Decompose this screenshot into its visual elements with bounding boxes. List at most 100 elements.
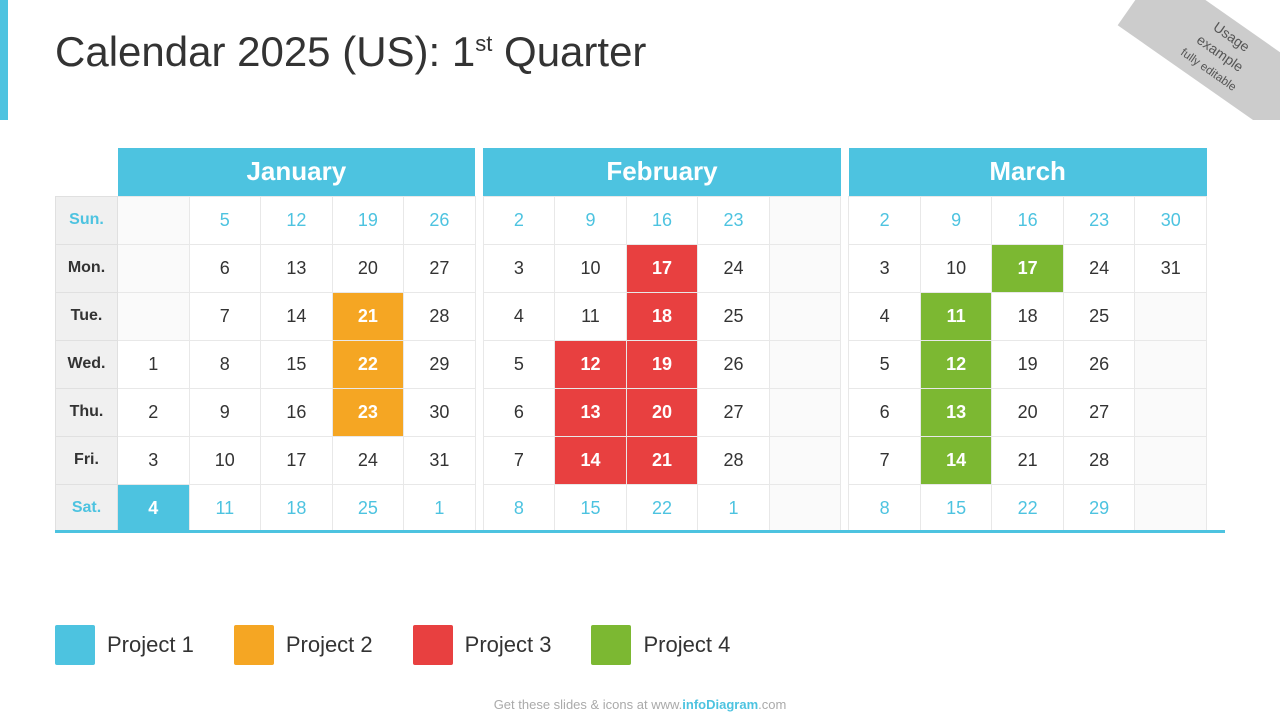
jan-sun-0 [118,196,190,244]
mar-tue-1: 4 [849,292,921,340]
wednesday-label: Wed. [56,340,118,388]
feb-mon-2: 10 [555,244,627,292]
sunday-row: Sun. 5 12 19 26 2 9 16 23 2 9 16 23 [56,196,1225,244]
jan-sun-3: 19 [332,196,404,244]
wednesday-row: Wed. 1 8 15 22 29 5 12 19 26 5 12 19 26 [56,340,1225,388]
friday-row: Fri. 3 10 17 24 31 7 14 21 28 7 14 21 28 [56,436,1225,484]
feb-fri-3: 21 [626,436,698,484]
mar-mon-5: 31 [1135,244,1207,292]
mar-fri-1: 7 [849,436,921,484]
thursday-label: Thu. [56,388,118,436]
feb-fri-4: 28 [698,436,770,484]
jan-thu-1: 9 [189,388,261,436]
feb-sun-2: 9 [555,196,627,244]
left-accent-bar [0,0,8,120]
feb-tue-1: 4 [483,292,555,340]
thursday-row: Thu. 2 9 16 23 30 6 13 20 27 6 13 20 27 [56,388,1225,436]
jan-tue-3: 21 [332,292,404,340]
jan-sat-4: 1 [404,484,476,532]
mar-sun-3: 16 [992,196,1064,244]
feb-wed-5 [769,340,841,388]
jan-sat-0: 4 [118,484,190,532]
saturday-label: Sat. [56,484,118,532]
legend-item-project1: Project 1 [55,625,194,665]
mar-thu-3: 20 [992,388,1064,436]
sunday-label: Sun. [56,196,118,244]
mar-fri-4: 28 [1063,436,1135,484]
legend: Project 1 Project 2 Project 3 Project 4 [55,625,730,665]
legend-item-project4: Project 4 [591,625,730,665]
mar-mon-2: 10 [920,244,992,292]
feb-fri-2: 14 [555,436,627,484]
title-text: Calendar 2025 (US): 1 [55,28,475,75]
jan-wed-1: 8 [189,340,261,388]
feb-wed-2: 12 [555,340,627,388]
jan-thu-4: 30 [404,388,476,436]
jan-mon-4: 27 [404,244,476,292]
legend-label-project3: Project 3 [465,632,552,658]
feb-fri-1: 7 [483,436,555,484]
jan-wed-0: 1 [118,340,190,388]
feb-sun-4: 23 [698,196,770,244]
feb-thu-5 [769,388,841,436]
feb-sun-1: 2 [483,196,555,244]
legend-label-project1: Project 1 [107,632,194,658]
feb-mon-4: 24 [698,244,770,292]
feb-tue-2: 11 [555,292,627,340]
mar-thu-1: 6 [849,388,921,436]
title-suffix: Quarter [492,28,646,75]
mar-tue-2: 11 [920,292,992,340]
march-header: March [849,148,1207,196]
feb-thu-1: 6 [483,388,555,436]
mar-thu-2: 13 [920,388,992,436]
jan-fri-1: 10 [189,436,261,484]
footer: Get these slides & icons at www.infoDiag… [0,697,1280,712]
jan-tue-0 [118,292,190,340]
jan-thu-3: 23 [332,388,404,436]
monday-row: Mon. 6 13 20 27 3 10 17 24 3 10 17 24 31 [56,244,1225,292]
friday-label: Fri. [56,436,118,484]
feb-mon-3: 17 [626,244,698,292]
feb-wed-4: 26 [698,340,770,388]
jan-sun-2: 12 [261,196,333,244]
january-header: January [118,148,476,196]
jan-sat-3: 25 [332,484,404,532]
jan-wed-2: 15 [261,340,333,388]
feb-thu-2: 13 [555,388,627,436]
mar-sun-1: 2 [849,196,921,244]
feb-tue-4: 25 [698,292,770,340]
feb-thu-4: 27 [698,388,770,436]
feb-tue-3: 18 [626,292,698,340]
mar-sat-1: 8 [849,484,921,532]
feb-sat-3: 22 [626,484,698,532]
feb-mon-1: 3 [483,244,555,292]
calendar-bottom-line [55,530,1225,533]
mar-fri-5 [1135,436,1207,484]
legend-item-project2: Project 2 [234,625,373,665]
legend-box-project2 [234,625,274,665]
title-sup: st [475,31,492,56]
jan-thu-2: 16 [261,388,333,436]
jan-wed-3: 22 [332,340,404,388]
jan-tue-1: 7 [189,292,261,340]
mar-sat-5 [1135,484,1207,532]
mar-wed-5 [1135,340,1207,388]
mar-mon-3: 17 [992,244,1064,292]
mar-fri-3: 21 [992,436,1064,484]
calendar-container: January February March Sun. 5 12 19 26 2 [55,148,1225,533]
monday-label: Mon. [56,244,118,292]
jan-sat-2: 18 [261,484,333,532]
calendar-table: January February March Sun. 5 12 19 26 2 [55,148,1225,533]
jan-mon-3: 20 [332,244,404,292]
feb-mon-5 [769,244,841,292]
jan-mon-0 [118,244,190,292]
jan-mon-2: 13 [261,244,333,292]
mar-tue-5 [1135,292,1207,340]
mar-tue-3: 18 [992,292,1064,340]
mar-sun-4: 23 [1063,196,1135,244]
mar-mon-1: 3 [849,244,921,292]
jan-tue-2: 14 [261,292,333,340]
legend-box-project1 [55,625,95,665]
feb-fri-5 [769,436,841,484]
feb-sat-4: 1 [698,484,770,532]
